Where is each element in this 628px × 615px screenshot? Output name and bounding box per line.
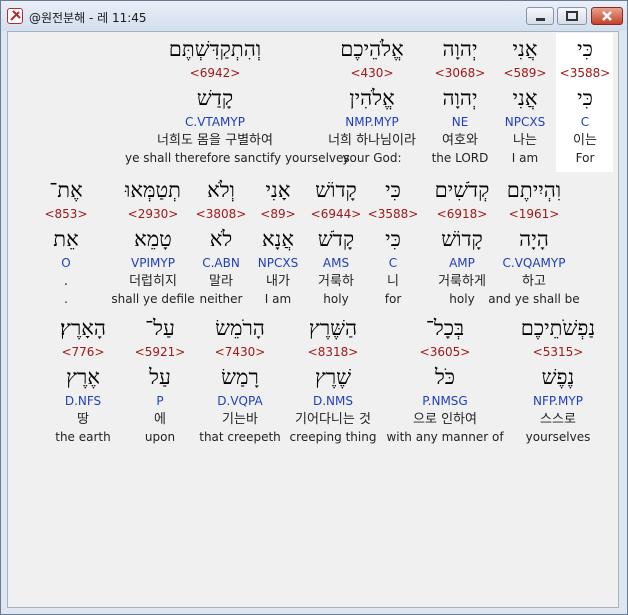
lemma-word[interactable]: אֵת xyxy=(0,227,156,251)
strong-number[interactable]: <776> xyxy=(0,345,173,360)
grammar-code[interactable]: NMP.MYP xyxy=(282,115,462,130)
hebrew-word[interactable]: וְהִתְקַדִּשְׁתֶּם xyxy=(125,37,305,61)
minimize-button[interactable] xyxy=(526,7,554,25)
english-gloss[interactable]: . xyxy=(0,292,156,307)
app-window: @원전분해 - 레 11:45 כִּי <3588> כִּי C 이는 For אֲנִ… xyxy=(0,0,628,615)
hebrew-word[interactable]: הָאָרֶץ׃ xyxy=(0,316,173,340)
strong-number[interactable]: <853> xyxy=(0,207,156,222)
korean-gloss[interactable]: 너희도 몸을 구별하여 xyxy=(125,132,305,149)
close-button[interactable] xyxy=(591,7,623,25)
english-gloss[interactable]: ye shall therefore sanctify yourselves xyxy=(125,151,350,166)
window-title: @원전분해 - 레 11:45 xyxy=(29,11,147,25)
grammar-code[interactable]: D.NFS xyxy=(0,394,173,409)
korean-gloss[interactable]: 땅 xyxy=(0,411,173,428)
app-icon[interactable] xyxy=(7,8,23,24)
interlinear-panel: כִּי <3588> כִּי C 이는 For אֲנִי <589> אֲנִי NPCXS… xyxy=(7,31,619,608)
lemma-word[interactable]: אֶרֶץ xyxy=(0,365,173,389)
hebrew-word[interactable]: אֶת־ xyxy=(0,178,156,202)
hebrew-word[interactable]: אֱלֹהֵיכֶם xyxy=(282,37,462,61)
grammar-code[interactable]: O xyxy=(0,256,156,271)
minimize-icon xyxy=(536,18,545,21)
korean-gloss[interactable]: . xyxy=(0,273,156,290)
grammar-code[interactable]: C.VTAMYP xyxy=(125,115,305,130)
close-icon xyxy=(602,11,612,21)
lemma-word[interactable]: קָדַשׁ xyxy=(125,86,305,110)
maximize-button[interactable] xyxy=(557,7,587,25)
korean-gloss[interactable]: 너희 하나님이라 xyxy=(282,132,462,149)
title-bar[interactable]: @원전분해 - 레 11:45 xyxy=(1,1,627,31)
maximize-icon xyxy=(566,11,578,21)
english-gloss[interactable]: the earth xyxy=(0,430,173,445)
strong-number[interactable]: <430> xyxy=(282,66,462,81)
lemma-word[interactable]: אֱלֹהִין xyxy=(282,86,462,110)
strong-number[interactable]: <6942> xyxy=(125,66,305,81)
